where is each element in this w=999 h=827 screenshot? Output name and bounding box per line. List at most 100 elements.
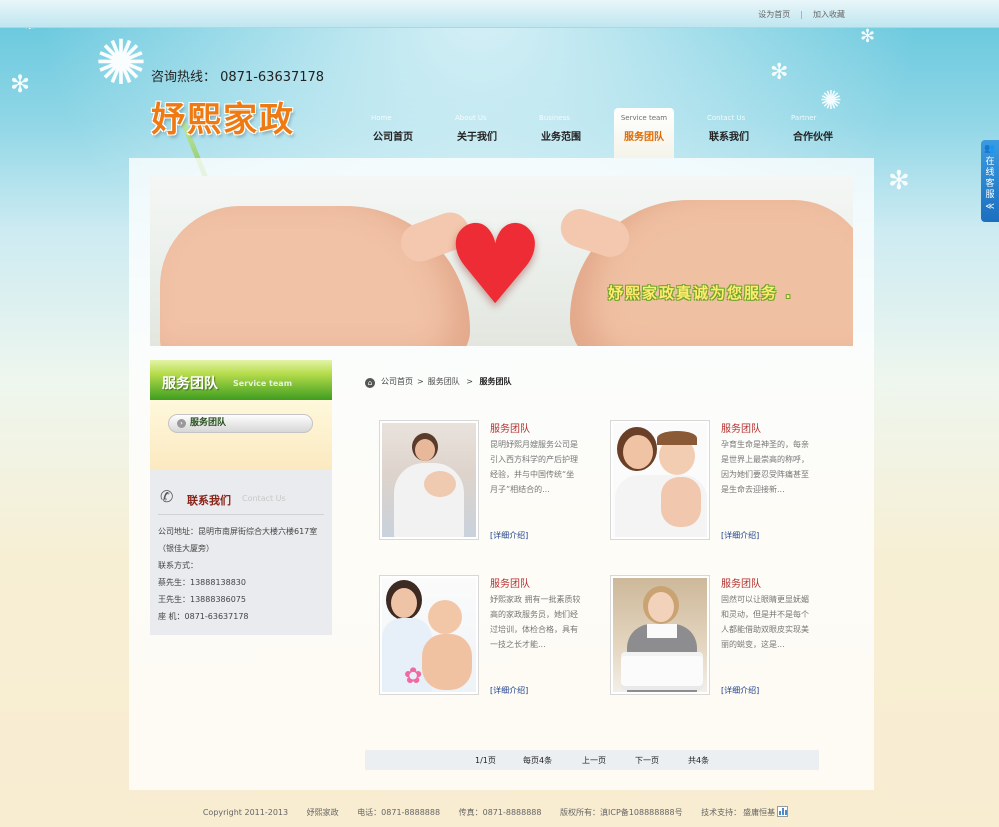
contact-title-en: Contact Us xyxy=(242,494,286,503)
card-title[interactable]: 服务团队 xyxy=(721,420,761,435)
nav-item-label: 公司首页 xyxy=(373,132,413,143)
breadcrumb-separator: > xyxy=(463,377,476,386)
contact-phone-cai: 蔡先生：13888138830 xyxy=(158,578,246,587)
footer-company: 妤熙家政 xyxy=(306,808,339,817)
mother-baby-photo: ✿ xyxy=(382,578,476,692)
nav-item-home[interactable]: Home 公司首页 xyxy=(363,108,423,158)
card-more-link[interactable]: [详细介绍] xyxy=(490,530,528,541)
card-desc: 固然可以让眼睛更显妩媚和灵动，但是并不是每个人都能借助双眼皮实现美丽的蜕变，这是… xyxy=(721,595,809,649)
banner-slogan: 妤熙家政真诚为您服务 . xyxy=(608,284,793,302)
dandelion-decor: ✺ xyxy=(95,26,147,99)
online-service-tab[interactable]: 👥 在线客服 ≪ xyxy=(981,140,999,222)
home-icon: ⌂ xyxy=(365,378,375,388)
arrow-right-icon: › xyxy=(177,419,186,428)
nav-item-label: 服务团队 xyxy=(624,132,664,143)
divider xyxy=(158,514,324,515)
contact-box: ✆ 联系我们 Contact Us 公司地址：昆明市南屏街综合大楼六楼617室 … xyxy=(150,470,332,635)
footer-icp[interactable]: 版权所有：滇ICP备108888888号 xyxy=(560,808,683,817)
team-photo[interactable] xyxy=(610,420,710,540)
pager-per-page: 每页4条 xyxy=(523,756,553,765)
card-desc: 妤熙家政 拥有一批素质较高的家政服务员，她们经过培训，体检合格，具有一技之长才能… xyxy=(490,595,581,649)
breadcrumb-level1[interactable]: 服务团队 xyxy=(428,377,460,386)
sidebar-title-cn: 服务团队 xyxy=(162,376,218,392)
phone-icon: ✆ xyxy=(160,487,174,506)
mother-baby-photo xyxy=(382,423,476,537)
pager-prev-button[interactable]: 上一页 xyxy=(582,755,606,766)
users-icon: 👥 xyxy=(984,144,996,154)
breadcrumb: ⌂ 公司首页 > 服务团队 > 服务团队 xyxy=(365,376,512,388)
footer-fax: 传真：0871-8888888 xyxy=(458,808,542,817)
top-links: 设为首页 | 加入收藏 xyxy=(758,9,845,20)
nav-item-label: 关于我们 xyxy=(457,132,497,143)
nav-item-service-team[interactable]: Service team 服务团队 xyxy=(614,108,674,158)
mother-child-photo xyxy=(613,423,707,537)
contact-method-label: 联系方式： xyxy=(158,561,198,570)
card-title[interactable]: 服务团队 xyxy=(490,575,530,590)
sidebar-item-service-team[interactable]: › 服务团队 xyxy=(168,414,313,433)
nav-item-contact[interactable]: Contact Us 联系我们 xyxy=(699,108,759,158)
collapse-icon[interactable]: ≪ xyxy=(981,202,999,213)
nav-item-en: Business xyxy=(539,114,570,122)
site-logo[interactable]: 妤熙家政 xyxy=(151,92,295,141)
card-title[interactable]: 服务团队 xyxy=(721,575,761,590)
nav-item-business[interactable]: Business 业务范围 xyxy=(531,108,591,158)
nav-item-en: Partner xyxy=(791,114,817,122)
nav-item-about[interactable]: About Us 关于我们 xyxy=(447,108,507,158)
footer: Copyright 2011-2013 妤熙家政 电话：0871-8888888… xyxy=(0,806,999,818)
dandelion-decor: ✻ xyxy=(860,26,876,47)
nav-item-label: 业务范围 xyxy=(541,132,581,143)
sidebar-item-label: 服务团队 xyxy=(190,418,227,428)
team-card: 服务团队 孕育生命是神圣的，每亲是世界上最崇高的称呼，因为她们要忍受阵痛甚至是生… xyxy=(610,420,815,550)
housekeeper-photo xyxy=(613,578,707,692)
card-more-link[interactable]: [详细介绍] xyxy=(721,530,759,541)
sidebar-menu: › 服务团队 xyxy=(150,400,332,470)
pager-page: 1/1页 xyxy=(475,756,496,765)
dandelion-decor: ✻ xyxy=(888,166,910,196)
team-card: ✿ 服务团队 妤熙家政 拥有一批素质较高的家政服务员，她们经过培训，体检合格，具… xyxy=(379,575,584,705)
contact-header: ✆ 联系我们 Contact Us xyxy=(150,470,332,514)
team-card: 服务团队 固然可以让眼睛更显妩媚和灵动，但是并不是每个人都能借助双眼皮实现美丽的… xyxy=(610,575,815,705)
nav-item-en: Home xyxy=(371,114,392,122)
team-photo[interactable] xyxy=(379,420,479,540)
top-bar: 设为首页 | 加入收藏 xyxy=(0,0,999,28)
contact-title-cn: 联系我们 xyxy=(187,494,231,507)
footer-tech-support: 技术支持： 盛庸恒基 xyxy=(701,806,796,817)
dandelion-decor: ✻ xyxy=(10,70,31,98)
breadcrumb-home[interactable]: 公司首页 xyxy=(381,377,413,386)
dandelion-decor: ✻ xyxy=(770,60,789,85)
nav-item-en: Service team xyxy=(620,114,668,122)
sidebar-title-en: Service team xyxy=(233,379,293,388)
divider: | xyxy=(800,10,803,19)
heart-icon: ♥ xyxy=(446,201,545,329)
card-title[interactable]: 服务团队 xyxy=(490,420,530,435)
nav-item-en: Contact Us xyxy=(707,114,746,122)
contact-address-note: （银佳大厦旁） xyxy=(158,544,214,553)
footer-copyright: Copyright 2011-2013 xyxy=(202,808,289,817)
contact-landline: 座 机：0871-63637178 xyxy=(158,612,249,621)
team-photo[interactable]: ✿ xyxy=(379,575,479,695)
footer-tech-company[interactable]: 盛庸恒基 xyxy=(743,808,775,817)
online-service-label: 在线客服 xyxy=(985,157,995,200)
contact-address: 公司地址：昆明市南屏街综合大楼六楼617室 xyxy=(158,527,318,536)
team-photo[interactable] xyxy=(610,575,710,695)
pager-total: 共4条 xyxy=(688,756,710,765)
sidebar-title: 服务团队 Service team xyxy=(150,360,332,400)
nav-item-en: About Us xyxy=(455,114,487,122)
nav-item-partner[interactable]: Partner 合作伙伴 xyxy=(783,108,843,158)
sidebar: 服务团队 Service team › 服务团队 ✆ 联系我们 Contact U… xyxy=(150,360,332,635)
nav-item-label: 合作伙伴 xyxy=(793,132,833,143)
breadcrumb-current: 服务团队 xyxy=(479,377,512,386)
contact-list: 公司地址：昆明市南屏街综合大楼六楼617室 （银佳大厦旁） 联系方式： 蔡先生：… xyxy=(158,523,328,625)
card-more-link[interactable]: [详细介绍] xyxy=(490,685,528,696)
add-favorite-link[interactable]: 加入收藏 xyxy=(813,9,845,20)
card-desc: 昆明妤熙月嫂服务公司是引入西方科学的产后护理经验，并与中国传统“坐月子”相结合的… xyxy=(490,440,578,494)
pager-next-button[interactable]: 下一页 xyxy=(635,755,659,766)
hotline: 咨询热线： 0871-63637178 xyxy=(151,70,325,85)
team-card: 服务团队 昆明妤熙月嫂服务公司是引入西方科学的产后护理经验，并与中国传统“坐月子… xyxy=(379,420,584,550)
stats-icon[interactable] xyxy=(777,806,789,817)
banner: ♥ 妤熙家政真诚为您服务 . xyxy=(150,176,853,346)
set-home-link[interactable]: 设为首页 xyxy=(758,9,790,20)
footer-phone: 电话：0871-8888888 xyxy=(357,808,441,817)
card-more-link[interactable]: [详细介绍] xyxy=(721,685,759,696)
breadcrumb-separator: > xyxy=(417,377,424,386)
